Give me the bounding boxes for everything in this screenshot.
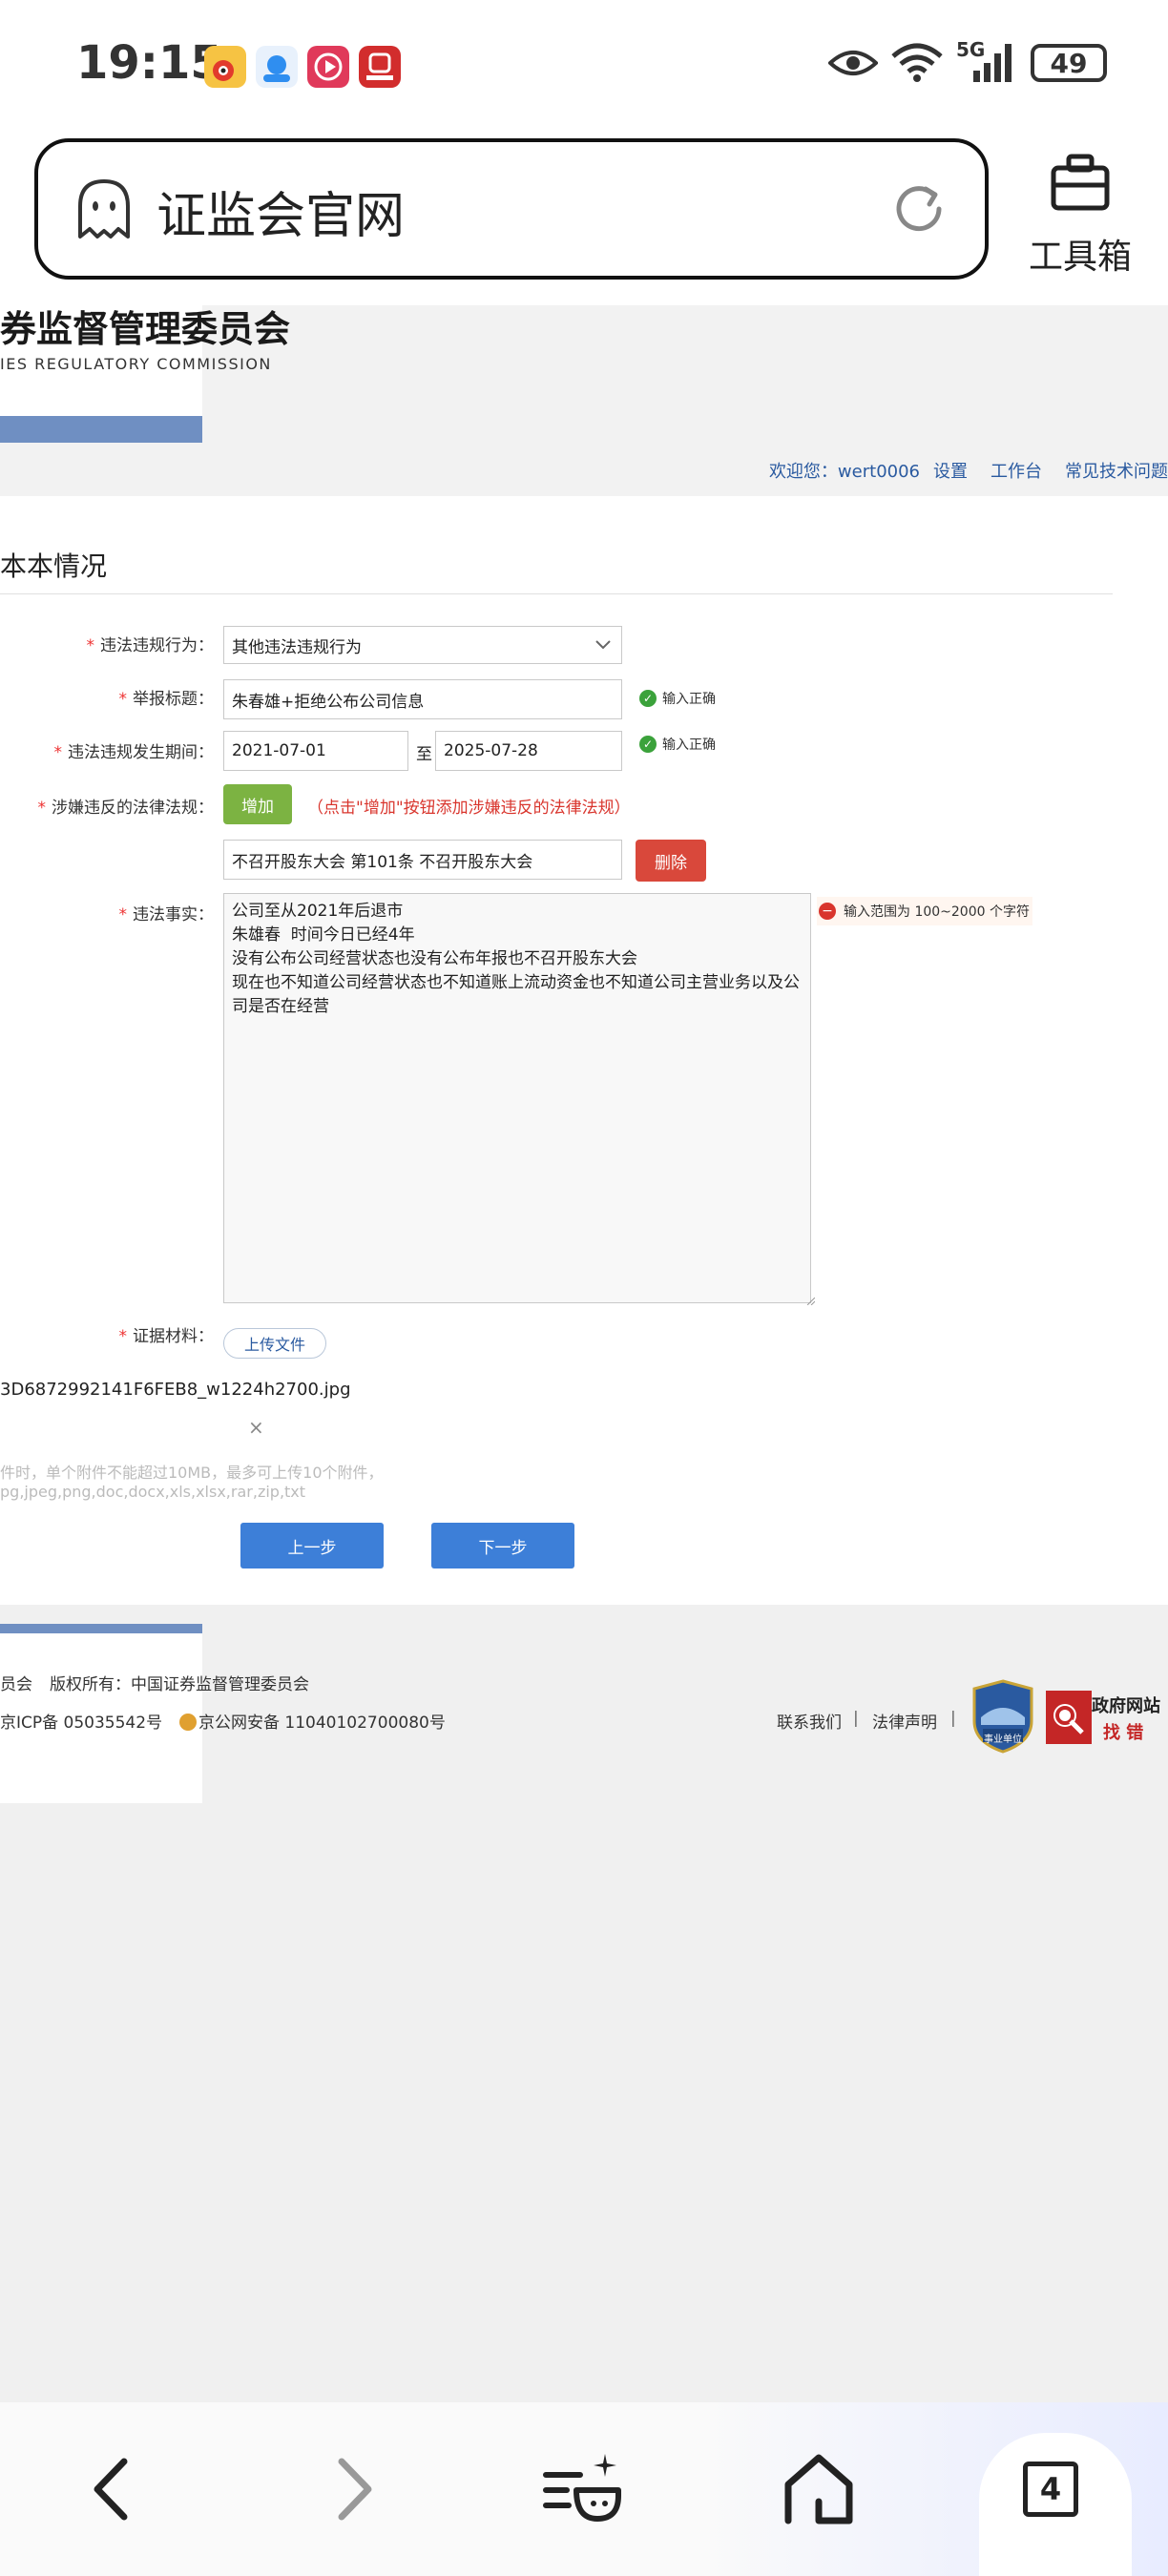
- welcome-user: 欢迎您：wert0006: [768, 462, 920, 482]
- report-title-hint: ✓ 输入正确: [639, 689, 716, 708]
- chevron-down-icon: [595, 640, 611, 650]
- gov-site-error-subtitle: 找 错: [1103, 1723, 1144, 1743]
- home-icon[interactable]: [775, 2446, 861, 2532]
- gov-site-error-badge[interactable]: 政府网站 找 错: [1044, 1687, 1168, 1748]
- footer-bar: [0, 1624, 202, 1633]
- resize-handle-icon[interactable]: [807, 1298, 815, 1305]
- check-icon: ✓: [639, 690, 657, 707]
- facts-textarea[interactable]: 公司至从2021年后退市 朱雄春 时间今日已经4年 没有公布公司经营状态也没有公…: [223, 893, 811, 1303]
- wifi-icon: [891, 43, 943, 82]
- gov-site-error-title: 政府网站: [1092, 1696, 1160, 1716]
- period-end-input[interactable]: 2025-07-28: [435, 731, 622, 771]
- back-icon[interactable]: [71, 2446, 156, 2532]
- period-label: * 违法违规发生期间：: [53, 743, 215, 762]
- delete-law-button[interactable]: 删除: [636, 840, 706, 882]
- eye-icon: [828, 51, 878, 75]
- period-start-value: 2021-07-01: [232, 741, 326, 760]
- ghost-mode-icon[interactable]: [73, 177, 136, 240]
- add-law-button[interactable]: 增加: [223, 784, 292, 824]
- add-law-hint: （点击"增加"按钮添加涉嫌违反的法律法规）: [307, 799, 631, 818]
- toolbox-label[interactable]: 工具箱: [1029, 229, 1132, 279]
- period-end-value: 2025-07-28: [444, 741, 538, 760]
- period-start-input[interactable]: 2021-07-01: [223, 731, 408, 771]
- footer-police-text: 京公网安备 11040102700080号: [198, 1714, 446, 1733]
- nav-workbench-link[interactable]: 工作台: [991, 458, 1042, 483]
- footer-icp-link[interactable]: 京ICP备 05035542号: [0, 1709, 162, 1733]
- remove-file-icon[interactable]: ×: [248, 1416, 264, 1439]
- nav-settings-link[interactable]: 设置: [933, 458, 968, 483]
- section-divider: [0, 593, 1113, 594]
- period-separator: 至: [416, 745, 432, 764]
- error-icon: −: [819, 903, 836, 920]
- status-indicators: 5G 49: [828, 38, 1107, 84]
- laws-label: * 涉嫌违反的法律法规：: [37, 799, 215, 818]
- cellular-5g-icon: 5G: [956, 38, 1017, 84]
- footer-contact-link[interactable]: 联系我们: [777, 1709, 842, 1733]
- page-title[interactable]: 证监会官网: [156, 176, 405, 247]
- facts-error-text: 输入范围为 100~2000 个字符: [844, 904, 1030, 920]
- status-time: 19:15: [76, 36, 222, 90]
- law-item-input[interactable]: 不召开股东大会 第101条 不召开股东大会: [223, 840, 622, 880]
- violation-type-select[interactable]: 其他违法违规行为: [223, 626, 622, 664]
- violation-type-value: 其他违法违规行为: [232, 637, 362, 657]
- report-title-value: 朱春雄+拒绝公布公司信息: [232, 692, 425, 712]
- battery-indicator: 49: [1031, 44, 1107, 82]
- reload-icon[interactable]: [891, 181, 947, 237]
- footer-separator: |: [853, 1709, 859, 1728]
- tabs-count-button[interactable]: 4: [1023, 2462, 1078, 2517]
- upload-note-types: pg,jpeg,png,doc,docx,xls,xlsx,rar,zip,tx…: [0, 1483, 306, 1501]
- upload-note-size: 件时，单个附件不能超过10MB，最多可上传10个附件，: [0, 1464, 384, 1482]
- video-app-icon: [307, 46, 349, 88]
- footer-legal-link[interactable]: 法律声明: [872, 1709, 937, 1733]
- site-logo-subtitle: IES REGULATORY COMMISSION: [0, 355, 272, 373]
- report-title-input[interactable]: 朱春雄+拒绝公布公司信息: [223, 679, 622, 719]
- report-title-label: * 举报标题：: [118, 690, 215, 709]
- securities-app-icon: [359, 46, 401, 88]
- law-item-value: 不召开股东大会 第101条 不召开股东大会: [232, 852, 533, 872]
- period-hint: ✓ 输入正确: [639, 735, 716, 754]
- footer-police-record[interactable]: 京公网安备 11040102700080号: [179, 1709, 446, 1733]
- forward-icon[interactable]: [309, 2446, 395, 2532]
- top-nav: 欢迎您：wert0006 设置 工作台 常见技术问题: [769, 458, 1168, 483]
- uploaded-file-name: 3D6872992141F6FEB8_w1224h2700.jpg: [0, 1380, 351, 1400]
- evidence-label: * 证据材料：: [118, 1327, 215, 1346]
- footer-host: 员会: [0, 1675, 32, 1694]
- weibo-app-icon: [204, 46, 246, 88]
- site-logo-title[interactable]: 券监督管理委员会: [0, 300, 290, 352]
- footer-copyright: 版权所有：中国证券监督管理委员会: [50, 1675, 309, 1694]
- check-icon: ✓: [639, 736, 657, 753]
- facts-error-hint: − 输入范围为 100~2000 个字符: [817, 897, 1032, 925]
- period-hint-text: 输入正确: [662, 737, 716, 753]
- violation-type-label: * 违法违规行为：: [86, 636, 215, 655]
- prev-step-button[interactable]: 上一步: [240, 1523, 384, 1568]
- ai-assistant-icon[interactable]: [538, 2446, 624, 2532]
- nav-faq-link[interactable]: 常见技术问题: [1065, 458, 1168, 483]
- gov-unit-badge[interactable]: 事业单位: [971, 1679, 1034, 1754]
- toolbox-icon[interactable]: [1050, 153, 1111, 212]
- facts-label: * 违法事实：: [118, 905, 215, 924]
- report-title-hint-text: 输入正确: [662, 692, 716, 707]
- upload-file-button[interactable]: 上传文件: [223, 1328, 326, 1359]
- logo-bar: [0, 416, 202, 443]
- next-step-button[interactable]: 下一步: [431, 1523, 574, 1568]
- section-title: 本本情况: [0, 551, 108, 582]
- police-badge-icon: [179, 1714, 197, 1731]
- gov-unit-badge-text: 事业单位: [984, 1735, 1022, 1745]
- assistant-app-icon: [256, 46, 298, 88]
- footer-separator: |: [950, 1709, 956, 1728]
